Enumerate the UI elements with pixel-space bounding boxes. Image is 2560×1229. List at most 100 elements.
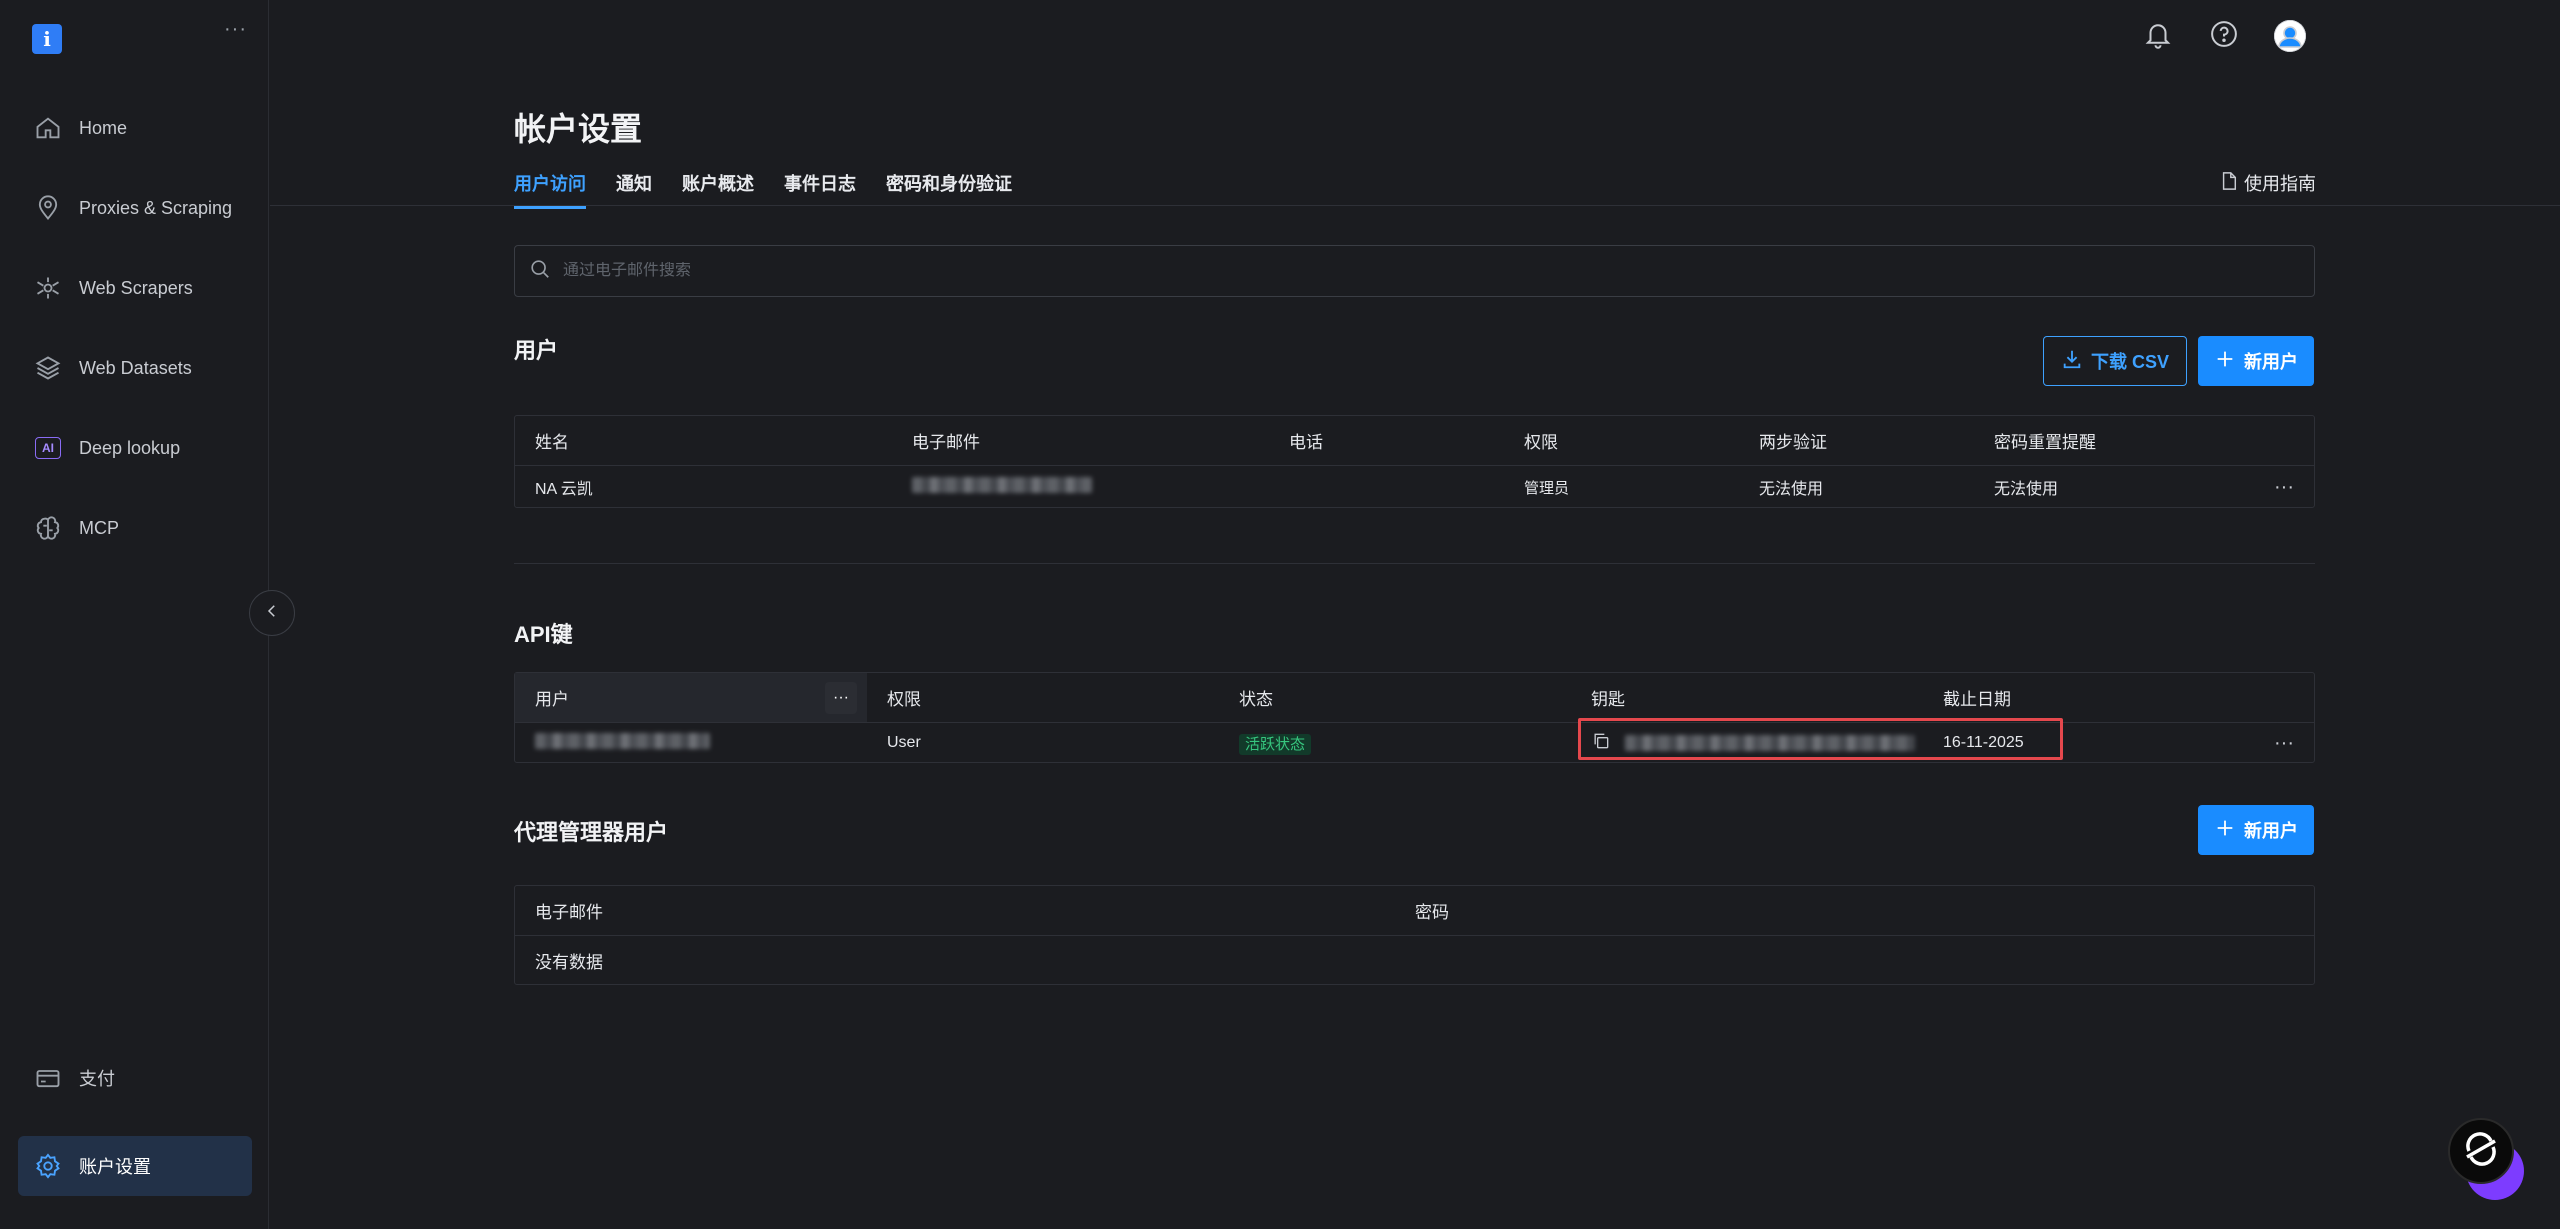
add-user-label: 新用户	[2244, 352, 2298, 372]
bell-icon	[2143, 19, 2173, 54]
search-input[interactable]	[563, 262, 2263, 280]
download-icon	[2061, 348, 2083, 375]
sidebar-item-billing[interactable]: 支付	[18, 1048, 252, 1108]
help-button[interactable]	[2206, 18, 2242, 54]
table-row: 没有数据	[515, 936, 2314, 984]
chevron-left-icon	[263, 602, 281, 625]
user-reset-reminder: 无法使用	[1994, 481, 2059, 498]
table-row: User 活跃状态 16-11-2025 ···	[515, 723, 2314, 763]
table-header-row: 姓名 电子邮件 电话 权限 两步验证 密码重置提醒	[515, 416, 2314, 466]
add-user-button[interactable]: 新用户	[2198, 336, 2314, 386]
column-header: 两步验证	[1759, 433, 1827, 452]
user-name: NA 云凯	[535, 481, 593, 498]
user-role: 管理员	[1524, 479, 1570, 497]
assistant-logo-icon	[2459, 1127, 2503, 1176]
sidebar-item-web-scrapers[interactable]: Web Scrapers	[18, 258, 252, 318]
usage-guide-label: 使用指南	[2244, 174, 2316, 194]
brain-icon	[32, 512, 64, 544]
proxy-users-table: 电子邮件 密码 没有数据	[514, 885, 2315, 985]
email-search	[514, 245, 2315, 297]
notifications-button[interactable]	[2140, 18, 2176, 54]
sidebar-item-home[interactable]: Home	[18, 98, 252, 158]
users-table: 姓名 电子邮件 电话 权限 两步验证 密码重置提醒 NA 云凯 管理员 无法使用…	[514, 415, 2315, 508]
sidebar-item-label: Deep lookup	[79, 437, 181, 458]
api-key-redacted	[1625, 735, 1915, 751]
column-header: 用户	[535, 690, 569, 709]
sidebar-item-label: Web Scrapers	[79, 277, 193, 298]
column-header: 密码	[1415, 903, 1449, 922]
download-csv-button[interactable]: 下载 CSV	[2043, 336, 2187, 386]
home-icon	[32, 112, 64, 144]
user-menu-button[interactable]	[2272, 18, 2308, 54]
table-row: NA 云凯 管理员 无法使用 无法使用 ···	[515, 466, 2314, 508]
settings-tabs: 用户访问 通知 账户概述 事件日志 密码和身份验证	[514, 170, 1012, 209]
api-status-cell: 活跃状态	[1219, 733, 1571, 755]
sidebar-item-proxies[interactable]: Proxies & Scraping	[18, 178, 252, 238]
help-icon	[2209, 19, 2239, 54]
column-header: 权限	[1524, 433, 1558, 452]
search-icon	[529, 258, 563, 285]
tab-user-access[interactable]: 用户访问	[514, 170, 586, 209]
user-email-redacted	[892, 476, 1269, 498]
ai-icon: AI	[32, 432, 64, 464]
column-menu-icon[interactable]: ···	[825, 681, 857, 714]
column-header: 电话	[1289, 433, 1323, 452]
sidebar: i ··· Home Proxies & Scraping Web Scrape…	[0, 0, 269, 1229]
column-header: 电子邮件	[535, 903, 603, 922]
api-keys-table: 用户 ··· 权限 状态 钥匙 截止日期 User 活跃状态 16-11-202…	[514, 672, 2315, 763]
sidebar-item-label: Proxies & Scraping	[79, 197, 233, 218]
plus-icon	[2214, 348, 2236, 375]
row-more-icon[interactable]: ···	[2274, 732, 2294, 755]
table-header-row: 电子邮件 密码	[515, 886, 2314, 936]
table-header-row: 用户 ··· 权限 状态 钥匙 截止日期	[515, 673, 2314, 723]
section-divider	[514, 563, 2315, 564]
copy-icon[interactable]	[1591, 731, 1611, 756]
top-toolbar	[2140, 18, 2308, 54]
api-user-redacted	[515, 732, 867, 754]
tab-notifications[interactable]: 通知	[616, 170, 652, 209]
sidebar-item-label: Home	[79, 117, 128, 138]
status-badge: 活跃状态	[1239, 733, 1312, 755]
sidebar-item-web-datasets[interactable]: Web Datasets	[18, 338, 252, 398]
column-header: 钥匙	[1591, 690, 1625, 709]
document-icon	[2220, 171, 2238, 196]
usage-guide-link[interactable]: 使用指南	[2220, 170, 2316, 196]
avatar	[2274, 20, 2306, 52]
app-logo[interactable]: i	[32, 24, 62, 54]
column-header: 权限	[887, 690, 921, 709]
column-header: 截止日期	[1943, 690, 2011, 709]
page-title: 帐户设置	[514, 111, 643, 147]
chat-fab-face	[2448, 1118, 2514, 1184]
api-keys-section-title: API键	[514, 622, 573, 647]
layers-icon	[32, 352, 64, 384]
users-section-title: 用户	[514, 338, 559, 363]
gear-icon	[32, 1150, 64, 1182]
proxy-users-section-title: 代理管理器用户	[514, 820, 669, 845]
api-role: User	[887, 734, 921, 751]
column-header: 电子邮件	[912, 433, 980, 452]
user-two-factor: 无法使用	[1759, 481, 1824, 498]
row-more-icon[interactable]: ···	[2274, 476, 2294, 499]
column-header-user: 用户 ···	[515, 673, 867, 722]
download-csv-label: 下载 CSV	[2090, 352, 2169, 372]
tab-event-log[interactable]: 事件日志	[784, 170, 856, 209]
more-icon[interactable]: ···	[224, 18, 247, 41]
scraper-icon	[32, 272, 64, 304]
sidebar-item-label: 支付	[79, 1069, 115, 1089]
tabs-divider	[270, 205, 2560, 206]
sidebar-item-account-settings[interactable]: 账户设置	[18, 1136, 252, 1196]
add-proxy-user-button[interactable]: 新用户	[2198, 805, 2314, 855]
sidebar-item-deep-lookup[interactable]: AI Deep lookup	[18, 418, 252, 478]
sidebar-nav: Home Proxies & Scraping Web Scrapers Web…	[18, 98, 252, 578]
add-proxy-user-label: 新用户	[2244, 821, 2298, 841]
sidebar-item-label: 账户设置	[79, 1157, 151, 1177]
chat-assistant-button[interactable]	[2448, 1118, 2524, 1200]
column-header: 状态	[1239, 690, 1273, 709]
sidebar-item-mcp[interactable]: MCP	[18, 498, 252, 558]
api-expiry: 16-11-2025	[1943, 734, 2024, 751]
card-icon	[32, 1062, 64, 1094]
tab-account-overview[interactable]: 账户概述	[682, 170, 754, 209]
api-key-cell	[1571, 731, 1923, 756]
tab-password-auth[interactable]: 密码和身份验证	[886, 170, 1012, 209]
sidebar-collapse-button[interactable]	[249, 590, 295, 636]
